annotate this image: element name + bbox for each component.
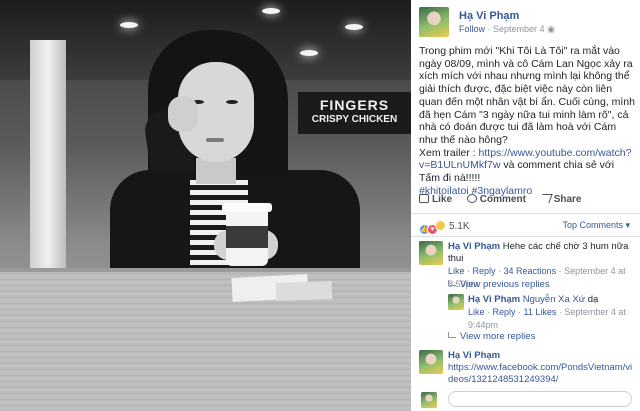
reply-arrow-icon: [448, 280, 456, 286]
post-actions: Like Comment Share: [419, 194, 634, 212]
author-avatar[interactable]: [419, 7, 449, 37]
wow-reaction-icon: [435, 220, 446, 231]
divider: [411, 236, 640, 237]
reply-text: dạ: [585, 294, 599, 305]
comment: Hạ Vi Phạm https://www.facebook.com/Pond…: [419, 350, 633, 386]
person-hand: [168, 96, 198, 132]
reply-author[interactable]: Hạ Vi Phạm: [468, 294, 520, 305]
view-more-replies[interactable]: View more replies: [448, 331, 535, 342]
table: [0, 272, 411, 411]
pillar: [30, 40, 66, 280]
like-label: Like: [432, 194, 453, 205]
post-author[interactable]: Hạ Vi Phạm: [459, 10, 519, 22]
post-meta: Follow · September 4 ◉: [459, 24, 555, 35]
follow-link[interactable]: Follow: [459, 24, 485, 34]
post-date[interactable]: September 4: [493, 24, 545, 34]
current-user-avatar: [421, 392, 437, 408]
share-icon: [539, 194, 553, 203]
view-previous-replies-label: View previous replies: [460, 279, 550, 290]
reactions-summary[interactable]: 👍 ♥ 5.1K: [419, 220, 470, 235]
commenter-avatar[interactable]: [419, 350, 443, 374]
coffee-cup-lid: [222, 203, 272, 212]
comment-like-link[interactable]: Like: [448, 266, 465, 276]
comment-link[interactable]: https://www.facebook.com/PondsVietnam/vi…: [448, 362, 632, 385]
person-eye: [226, 100, 238, 104]
comment-content: Hạ Vi Phạm https://www.facebook.com/Pond…: [448, 350, 633, 386]
reply-comment: Hạ Vi Phạm Nguyễn Xa Xứ dạ Like · Reply …: [448, 294, 634, 332]
comment-author[interactable]: Hạ Vi Phạm: [448, 241, 500, 252]
reply-likes-link[interactable]: 11 Likes: [524, 307, 557, 317]
post-photo[interactable]: FINGERS CRISPY CHICKEN: [0, 0, 411, 411]
comment-icon: [466, 194, 477, 203]
reply-arrow-icon: [448, 332, 456, 338]
reply-meta: Like · Reply · 11 Likes · September 4 at…: [468, 307, 626, 330]
reply-reply-link[interactable]: Reply: [493, 307, 516, 317]
like-button[interactable]: Like: [419, 194, 452, 205]
napkins: [275, 281, 333, 301]
commenter-avatar[interactable]: [419, 241, 443, 265]
divider: [411, 213, 640, 214]
replier-avatar[interactable]: [448, 294, 464, 310]
post-text: Trong phim mới "Khi Tôi Là Tôi" ra mắt v…: [419, 45, 635, 146]
shop-sign: FINGERS CRISPY CHICKEN: [298, 92, 411, 134]
ceiling-light: [120, 22, 138, 28]
trailer-prefix: Xem trailer :: [419, 146, 479, 159]
reply-content: Hạ Vi Phạm Nguyễn Xa Xứ dạ Like · Reply …: [468, 294, 634, 332]
thumbs-up-icon: [419, 194, 429, 203]
post-header: Hạ Vi Phạm Follow · September 4 ◉: [419, 7, 634, 39]
comment-label: Comment: [479, 194, 526, 205]
post-body: Trong phim mới "Khi Tôi Là Tôi" ra mắt v…: [419, 45, 637, 197]
view-previous-replies[interactable]: View previous replies: [448, 279, 550, 290]
view-more-replies-label: View more replies: [460, 331, 536, 342]
shop-sign-subtitle: CRISPY CHICKEN: [311, 114, 398, 125]
top-comments-dropdown[interactable]: Top Comments ▾: [562, 220, 630, 231]
ceiling-light: [300, 50, 318, 56]
ceiling-light: [262, 8, 280, 14]
ceiling-light: [345, 24, 363, 30]
comment-button[interactable]: Comment: [466, 194, 526, 205]
shop-sign-name: FINGERS: [319, 97, 390, 113]
reply-like-link[interactable]: Like: [468, 307, 485, 317]
share-button[interactable]: Share: [539, 194, 582, 205]
comment-reactions-link[interactable]: 34 Reactions: [504, 266, 557, 276]
write-comment-input[interactable]: [421, 391, 632, 408]
share-label: Share: [553, 194, 582, 205]
coffee-cup-sleeve: [226, 226, 268, 248]
comment-author[interactable]: Hạ Vi Phạm: [448, 350, 500, 361]
reply-mention[interactable]: Nguyễn Xa Xứ: [523, 294, 585, 305]
comment-reply-link[interactable]: Reply: [473, 266, 496, 276]
person-mouth: [206, 138, 224, 142]
reactions-count: 5.1K: [449, 221, 470, 232]
globe-icon: ◉: [547, 24, 555, 34]
